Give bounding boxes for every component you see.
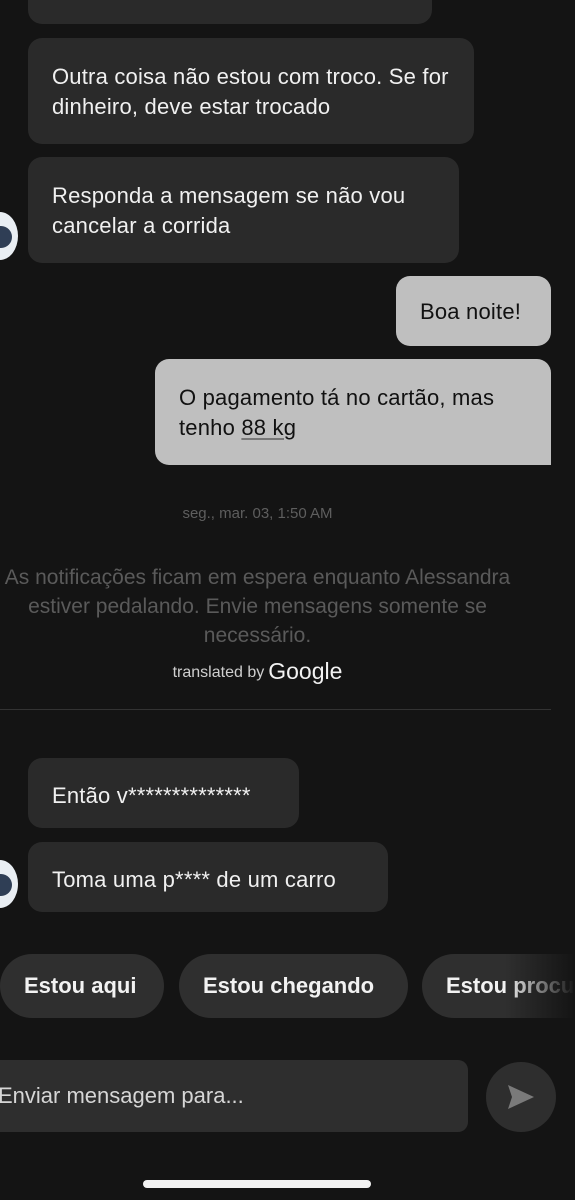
send-button[interactable] [486, 1062, 556, 1132]
quick-reply-label: Estou chegando [203, 973, 375, 998]
chip-scroll-fade [505, 950, 575, 1022]
driver-avatar[interactable] [0, 860, 18, 908]
message-incoming: Então v************** [28, 758, 299, 828]
message-incoming: Toma uma p**** de um carro [28, 842, 388, 912]
divider [0, 709, 551, 710]
home-indicator [143, 1180, 371, 1188]
message-input-placeholder: Enviar mensagem para... [0, 1083, 244, 1108]
message-underlined-text: 88 kg [241, 415, 297, 440]
message-outgoing: Boa noite! [396, 276, 551, 346]
message-text: Então v************** [52, 783, 251, 808]
quick-reply-chip[interactable]: Estou chegando [179, 954, 408, 1018]
message-text: Boa noite! [420, 299, 522, 324]
quick-reply-label: Estou aqui [24, 973, 137, 998]
notification-notice: As notificações ficam em espera enquanto… [4, 566, 511, 647]
google-logo: Google [268, 658, 343, 684]
message-text: Outra coisa não estou com troco. Se for … [52, 64, 449, 119]
message-outgoing: O pagamento tá no cartão, mas tenho 88 k… [155, 359, 551, 465]
message-incoming: Responda a mensagem se não vou cancelar … [28, 157, 459, 263]
message-text: Responda a mensagem se não vou cancelar … [52, 183, 406, 238]
message-input[interactable]: Enviar mensagem para... [0, 1060, 468, 1132]
previous-message-bubble [28, 0, 432, 24]
translated-by-label: translated by Google [0, 658, 515, 685]
message-incoming: Outra coisa não estou com troco. Se for … [28, 38, 474, 144]
quick-reply-chip[interactable]: Estou aqui [0, 954, 164, 1018]
send-arrow-icon [508, 1085, 534, 1109]
message-timestamp: seg., mar. 03, 1:50 AM [182, 505, 333, 522]
message-text: O pagamento tá no cartão, mas tenho [179, 385, 495, 440]
message-text: Toma uma p**** de um carro [52, 867, 336, 892]
driver-avatar[interactable] [0, 212, 18, 260]
translated-prefix: translated by [172, 664, 265, 681]
